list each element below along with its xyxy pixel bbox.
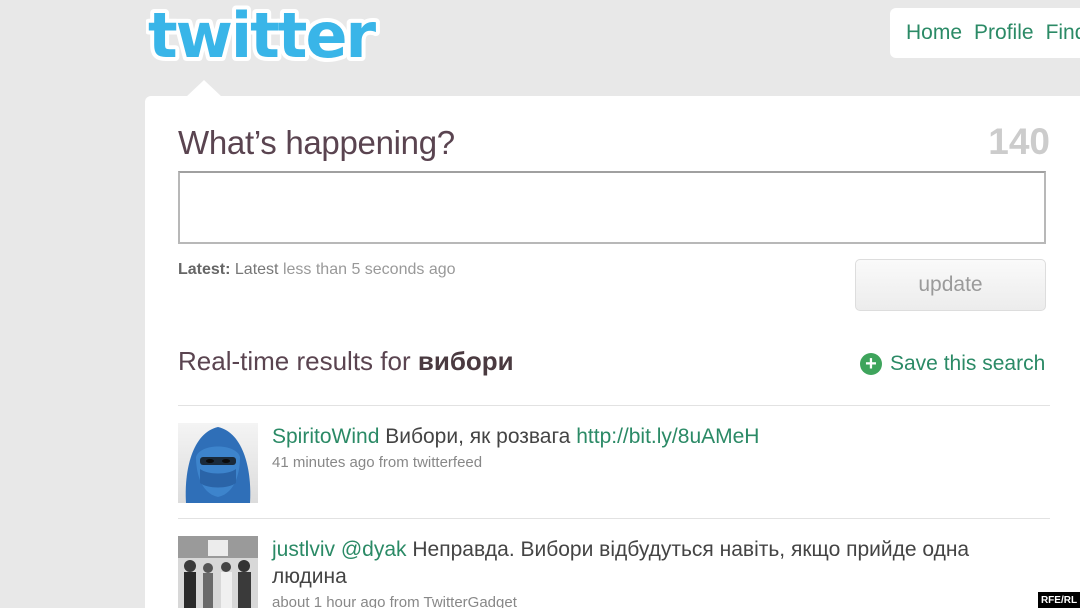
- tweet-username[interactable]: SpiritoWind: [272, 425, 379, 448]
- avatar[interactable]: [178, 423, 258, 503]
- panel-notch: [186, 80, 222, 97]
- tweet-mention[interactable]: @dyak: [341, 538, 407, 561]
- divider: [178, 405, 1050, 406]
- tweet-body: SpiritoWind Вибори, як розвага http://bi…: [272, 423, 1032, 472]
- latest-label: Latest:: [178, 261, 231, 278]
- nav-home-link[interactable]: Home: [906, 21, 962, 45]
- top-navigation: Home Profile Find: [890, 8, 1080, 58]
- tweet-text: Вибори, як розвага: [385, 425, 571, 448]
- results-query: вибори: [417, 346, 514, 376]
- logo-wordmark: twitter: [148, 2, 376, 72]
- results-title-prefix: Real-time results for: [178, 346, 411, 376]
- tweet-username[interactable]: justlviv: [272, 538, 335, 561]
- latest-status: Latest: Latest less than 5 seconds ago: [178, 261, 456, 279]
- tweet-item: justlviv @dyak Неправда. Вибори відбудут…: [178, 536, 1050, 608]
- tweet-item: SpiritoWind Вибори, як розвага http://bi…: [178, 423, 1050, 513]
- tweet-body: justlviv @dyak Неправда. Вибори відбудут…: [272, 536, 1032, 608]
- character-counter: 140: [988, 121, 1050, 162]
- twitter-logo[interactable]: twitter twitter: [144, 0, 406, 76]
- rferl-watermark: RFE/RL: [1038, 592, 1080, 608]
- tweet-link[interactable]: http://bit.ly/8uAMeH: [576, 425, 759, 448]
- results-title: Real-time results for вибори: [178, 346, 514, 377]
- update-button[interactable]: update: [855, 259, 1046, 311]
- divider: [178, 518, 1050, 519]
- nav-find-link[interactable]: Find: [1046, 21, 1080, 45]
- nav-profile-link[interactable]: Profile: [974, 21, 1034, 45]
- plus-icon: +: [860, 353, 882, 375]
- tweet-meta: 41 minutes ago from twitterfeed: [272, 454, 483, 471]
- whats-happening-heading: What’s happening?: [178, 124, 455, 161]
- save-search-link[interactable]: + Save this search: [860, 352, 1045, 376]
- avatar[interactable]: [178, 536, 258, 608]
- save-search-label: Save this search: [890, 352, 1046, 375]
- status-input[interactable]: [178, 171, 1046, 244]
- latest-time: less than 5 seconds ago: [282, 261, 456, 278]
- latest-text[interactable]: Latest: [235, 261, 279, 278]
- tweet-meta: about 1 hour ago from TwitterGadget: [272, 594, 517, 608]
